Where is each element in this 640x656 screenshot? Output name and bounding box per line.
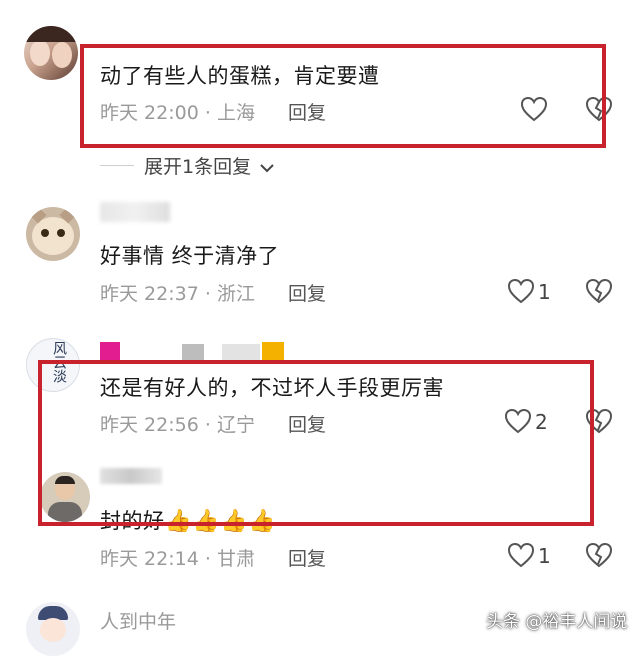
broken-heart-icon[interactable] <box>585 278 613 304</box>
reply-button-2[interactable]: 回复 <box>288 279 326 306</box>
comment-time: 昨天 22:14 <box>100 548 199 570</box>
comment-meta-4: 昨天 22:14 · 甘肃 <box>100 544 255 571</box>
expand-replies-label: 展开1条回复 <box>144 156 252 178</box>
cat-eye-right <box>57 229 65 237</box>
avatar-hair <box>24 26 78 42</box>
like-count-2: 1 <box>538 280 551 304</box>
heart-icon[interactable] <box>507 542 535 568</box>
highlight-box-1 <box>80 44 606 148</box>
comment-meta-2: 昨天 22:37 · 浙江 <box>100 279 255 306</box>
watermark: 头条 @裕丰人间说 <box>486 612 628 632</box>
chevron-down-icon <box>260 163 274 172</box>
meta-separator: · <box>204 283 211 305</box>
highlight-box-2 <box>38 360 594 526</box>
blur-block-gray <box>182 344 204 360</box>
expand-divider <box>100 165 134 166</box>
expand-replies-button[interactable]: 展开1条回复 <box>144 152 275 179</box>
avatar-two-girls[interactable] <box>24 26 78 80</box>
blurred-username <box>100 202 170 222</box>
reply-button-4[interactable]: 回复 <box>288 544 326 571</box>
blurred-username-colors <box>100 342 290 362</box>
avatar-face-right <box>52 42 72 68</box>
comment-location: 甘肃 <box>216 548 255 570</box>
cat-eye-left <box>41 229 49 237</box>
cartoon-face <box>40 618 66 642</box>
heart-icon[interactable] <box>507 278 535 304</box>
blur-block-yellow <box>262 342 284 360</box>
blur-block-light <box>222 344 260 360</box>
broken-heart-icon[interactable] <box>585 542 613 568</box>
avatar-cartoon-girl[interactable] <box>26 602 80 656</box>
avatar-cat[interactable] <box>26 207 80 261</box>
comment-time: 昨天 22:37 <box>100 283 199 305</box>
meta-separator: · <box>204 548 211 570</box>
like-count-4: 1 <box>538 544 551 568</box>
blur-block-magenta <box>100 342 120 360</box>
comment-location: 浙江 <box>216 283 255 305</box>
comment-username-5: 人到中年 <box>100 611 177 633</box>
comment-text-2: 好事情 终于清净了 <box>100 244 280 268</box>
avatar-face-left <box>30 40 50 66</box>
